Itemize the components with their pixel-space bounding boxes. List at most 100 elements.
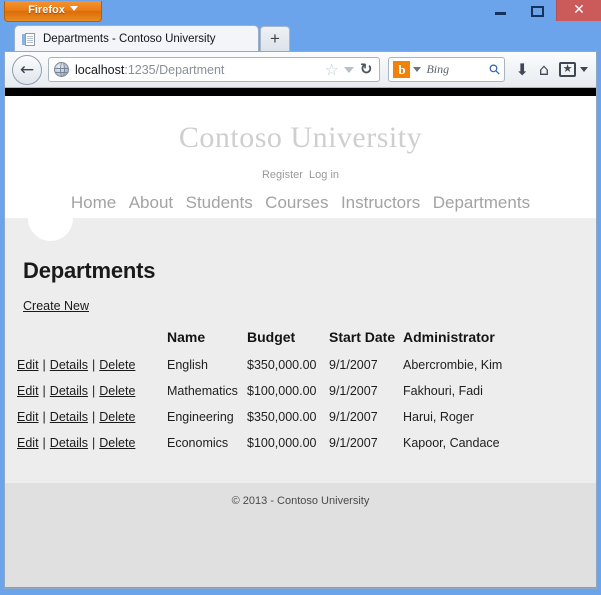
- nav-link-students[interactable]: Students: [186, 193, 253, 212]
- copyright-text: © 2013 - Contoso University: [231, 495, 370, 507]
- cell-name: English: [167, 358, 208, 372]
- chevron-down-icon: [69, 6, 78, 11]
- create-new-link[interactable]: Create New: [23, 299, 89, 313]
- chevron-down-icon[interactable]: [413, 67, 422, 72]
- main-navigation: Home About Students Courses Instructors …: [5, 193, 596, 213]
- cell-name: Engineering: [167, 410, 234, 424]
- cell-start-date: 9/1/2007: [329, 358, 378, 372]
- cell-name: Mathematics: [167, 384, 238, 398]
- globe-icon: [54, 62, 69, 77]
- chevron-down-icon[interactable]: [343, 66, 354, 73]
- site-header: Contoso University Register Log in Home …: [5, 96, 596, 218]
- maximize-icon: [531, 6, 544, 17]
- delete-link[interactable]: Delete: [99, 384, 135, 398]
- action-separator: |: [42, 358, 46, 372]
- edit-link[interactable]: Edit: [17, 410, 39, 424]
- action-separator: |: [92, 384, 96, 398]
- nav-link-courses[interactable]: Courses: [265, 193, 328, 212]
- action-separator: |: [42, 410, 46, 424]
- details-link[interactable]: Details: [50, 384, 88, 398]
- page-viewport: Contoso University Register Log in Home …: [5, 88, 596, 587]
- departments-table: Name Budget Start Date Administrator Edi…: [17, 329, 502, 458]
- edit-link[interactable]: Edit: [17, 436, 39, 450]
- tab-strip: Departments - Contoso University +: [0, 22, 601, 52]
- cell-start-date: 9/1/2007: [329, 384, 378, 398]
- nav-link-instructors[interactable]: Instructors: [341, 193, 420, 212]
- column-header-start-date: Start Date: [329, 329, 396, 345]
- table-row: Edit | Details | Delete Engineering $350,000.0…: [17, 406, 502, 432]
- column-header-budget: Budget: [247, 329, 296, 345]
- nav-link-about[interactable]: About: [129, 193, 173, 212]
- bookmarks-icon[interactable]: ★: [559, 62, 576, 77]
- action-separator: |: [92, 436, 96, 450]
- back-button[interactable]: ←: [12, 54, 42, 85]
- nav-link-departments[interactable]: Departments: [433, 193, 530, 212]
- row-actions: Edit | Details | Delete: [17, 380, 167, 406]
- bookmark-star-icon[interactable]: ☆: [325, 61, 339, 78]
- column-header-name: Name: [167, 329, 206, 345]
- nav-link-home[interactable]: Home: [71, 193, 116, 212]
- back-arrow-icon: ←: [19, 59, 35, 80]
- action-separator: |: [42, 436, 46, 450]
- downloads-icon[interactable]: ⬇: [515, 61, 528, 78]
- cell-start-date: 9/1/2007: [329, 410, 378, 424]
- title-bar: Firefox ✕: [0, 0, 601, 22]
- minimize-button[interactable]: [482, 0, 519, 21]
- row-actions: Edit | Details | Delete: [17, 406, 167, 432]
- url-host: localhost: [75, 62, 125, 77]
- login-link[interactable]: Log in: [309, 169, 339, 181]
- details-link[interactable]: Details: [50, 436, 88, 450]
- search-input[interactable]: Bing: [426, 62, 490, 77]
- details-link[interactable]: Details: [50, 410, 88, 424]
- address-bar-text: localhost:1235/Department: [75, 63, 224, 77]
- cell-budget: $100,000.00: [247, 384, 317, 398]
- delete-link[interactable]: Delete: [99, 410, 135, 424]
- action-separator: |: [92, 410, 96, 424]
- site-footer: © 2013 - Contoso University: [5, 483, 596, 587]
- reload-icon[interactable]: ↻: [360, 62, 373, 77]
- delete-link[interactable]: Delete: [99, 358, 135, 372]
- page-content: Departments Create New Name Budget Start…: [5, 196, 596, 483]
- page-icon: [22, 32, 37, 47]
- cell-start-date: 9/1/2007: [329, 436, 378, 450]
- edit-link[interactable]: Edit: [17, 358, 39, 372]
- table-header-row: Name Budget Start Date Administrator: [17, 329, 502, 354]
- cell-administrator: Fakhouri, Fadi: [403, 384, 483, 398]
- action-separator: |: [42, 384, 46, 398]
- minimize-icon: [495, 12, 506, 15]
- close-button[interactable]: ✕: [556, 0, 601, 21]
- auth-links: Register Log in: [5, 169, 596, 181]
- cell-budget: $100,000.00: [247, 436, 317, 450]
- home-icon[interactable]: ⌂: [539, 61, 549, 78]
- close-icon: ✕: [573, 2, 585, 18]
- table-row: Edit | Details | Delete English $350,000.00 9/1…: [17, 354, 502, 380]
- tab-title: Departments - Contoso University: [43, 33, 216, 45]
- site-brand[interactable]: Contoso University: [5, 96, 596, 155]
- search-bar[interactable]: b Bing ⚲: [388, 57, 506, 82]
- maximize-button[interactable]: [519, 0, 556, 21]
- delete-link[interactable]: Delete: [99, 436, 135, 450]
- register-link[interactable]: Register: [262, 169, 303, 181]
- tab-departments[interactable]: Departments - Contoso University: [14, 25, 259, 52]
- bing-icon: b: [393, 61, 411, 78]
- table-row: Edit | Details | Delete Economics $100,000.00 9…: [17, 432, 502, 458]
- new-tab-button[interactable]: +: [260, 26, 290, 51]
- action-separator: |: [92, 358, 96, 372]
- cell-administrator: Harui, Roger: [403, 410, 474, 424]
- edit-link[interactable]: Edit: [17, 384, 39, 398]
- column-header-administrator: Administrator: [403, 329, 495, 345]
- cell-name: Economics: [167, 436, 229, 450]
- details-link[interactable]: Details: [50, 358, 88, 372]
- cell-budget: $350,000.00: [247, 358, 317, 372]
- column-header-actions: [17, 329, 167, 354]
- firefox-menu-button[interactable]: Firefox: [4, 1, 102, 22]
- navigation-toolbar: ← localhost:1235/Department ☆ ↻ b Bing ⚲…: [5, 52, 596, 88]
- chevron-down-icon[interactable]: [580, 67, 588, 72]
- browser-window: Firefox ✕ Departments - Contoso Universi…: [0, 0, 601, 595]
- decorative-circle: [28, 196, 73, 241]
- cell-administrator: Abercrombie, Kim: [403, 358, 503, 372]
- row-actions: Edit | Details | Delete: [17, 432, 167, 458]
- window-controls: ✕: [482, 0, 601, 22]
- address-bar[interactable]: localhost:1235/Department ☆ ↻: [48, 57, 381, 82]
- url-path: :1235/Department: [124, 62, 225, 77]
